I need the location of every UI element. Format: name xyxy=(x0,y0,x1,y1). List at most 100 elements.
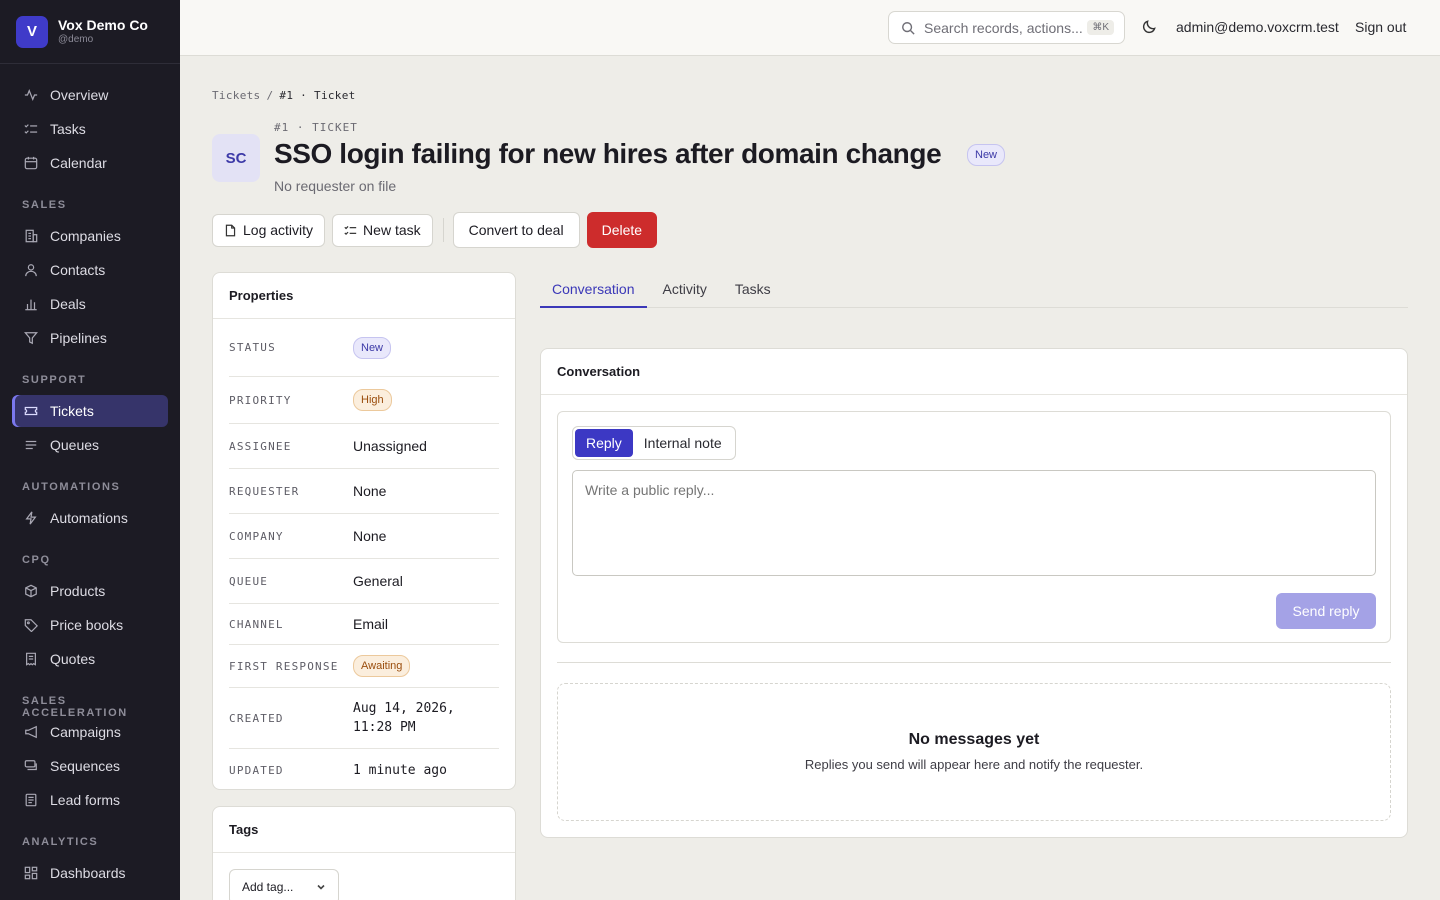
tab-conversation[interactable]: Conversation xyxy=(540,272,647,308)
log-activity-button[interactable]: Log activity xyxy=(212,213,326,247)
org-logo: V xyxy=(16,15,48,48)
lightning-icon xyxy=(25,511,37,525)
breadcrumb-current: #1 · Ticket xyxy=(279,89,356,102)
reply-composer: Reply Internal note Send reply xyxy=(557,411,1391,643)
property-row-first-response: FIRST RESPONSE Awaiting xyxy=(229,645,499,688)
sidebar-item-label: Tasks xyxy=(50,121,86,137)
checklist-icon xyxy=(344,225,357,235)
reply-textarea[interactable] xyxy=(572,470,1376,576)
sidebar-item-quotes[interactable]: Quotes xyxy=(12,643,168,675)
sidebar-item-tasks[interactable]: Tasks xyxy=(12,113,168,145)
sequence-icon xyxy=(24,760,37,771)
user-email[interactable]: admin@demo.voxcrm.test xyxy=(1176,19,1339,35)
assignee-value[interactable]: Unassigned xyxy=(353,438,427,454)
sidebar-section-automations: AUTOMATIONS xyxy=(22,481,121,493)
theme-toggle-button[interactable] xyxy=(1142,19,1158,35)
add-tag-label: Add tag... xyxy=(242,880,294,894)
status-value-badge[interactable]: New xyxy=(353,336,392,359)
sidebar-item-sequences[interactable]: Sequences xyxy=(12,750,168,782)
sidebar-item-calendar[interactable]: Calendar xyxy=(12,147,168,179)
queue-value[interactable]: General xyxy=(353,573,403,589)
org-name: Vox Demo Co xyxy=(58,17,148,33)
property-row-assignee: ASSIGNEE Unassigned xyxy=(229,424,499,469)
sidebar-item-overview[interactable]: Overview xyxy=(12,79,168,111)
reply-tab[interactable]: Reply xyxy=(575,429,633,457)
created-date: Aug 14, 2026, xyxy=(353,701,455,716)
add-tag-select[interactable]: Add tag... xyxy=(229,869,339,900)
tags-card: Tags Add tag... xyxy=(212,806,516,900)
sidebar-nav: Overview Tasks Calendar SALES Companies … xyxy=(0,64,180,889)
sign-out-link[interactable]: Sign out xyxy=(1355,19,1406,35)
sidebar-item-label: Tickets xyxy=(50,403,94,419)
sidebar-item-lead-forms[interactable]: Lead forms xyxy=(12,784,168,816)
properties-list: STATUS New PRIORITY High ASSIGNEE Unassi… xyxy=(213,319,515,791)
empty-state-subtitle: Replies you send will appear here and no… xyxy=(804,757,1144,772)
sidebar-item-label: Quotes xyxy=(50,651,96,667)
sidebar-item-campaigns[interactable]: Campaigns xyxy=(12,716,168,748)
avatar: SC xyxy=(212,134,260,182)
sidebar-item-label: Price books xyxy=(50,617,124,633)
sidebar-item-contacts[interactable]: Contacts xyxy=(12,254,168,286)
sidebar-item-companies[interactable]: Companies xyxy=(12,220,168,252)
sidebar-section-support: SUPPORT xyxy=(22,374,87,386)
properties-title: Properties xyxy=(213,273,515,319)
property-key: REQUESTER xyxy=(229,484,300,498)
delete-button[interactable]: Delete xyxy=(586,212,658,248)
page-subtitle: No requester on file xyxy=(274,178,397,194)
org-switcher[interactable]: V Vox Demo Co @demo xyxy=(0,0,180,64)
sidebar-item-automations[interactable]: Automations xyxy=(12,502,168,534)
bar-chart-icon xyxy=(25,299,37,311)
created-time: 11:28 PM xyxy=(353,720,416,735)
box-icon xyxy=(25,584,37,598)
sidebar-item-label: Deals xyxy=(50,296,86,312)
send-reply-button[interactable]: Send reply xyxy=(1276,593,1376,629)
property-key: ASSIGNEE xyxy=(229,439,292,453)
breadcrumb-root[interactable]: Tickets xyxy=(212,89,260,102)
internal-note-tab[interactable]: Internal note xyxy=(633,429,733,457)
sidebar-item-deals[interactable]: Deals xyxy=(12,288,168,320)
company-value[interactable]: None xyxy=(353,528,386,544)
priority-value-badge[interactable]: High xyxy=(353,389,392,411)
sidebar-item-tickets[interactable]: Tickets xyxy=(12,395,168,427)
sidebar-item-products[interactable]: Products xyxy=(12,575,168,607)
divider xyxy=(442,218,444,242)
sidebar-section-analytics: ANALYTICS xyxy=(22,836,99,848)
requester-value[interactable]: None xyxy=(353,483,386,499)
updated-value: 1 minute ago xyxy=(353,762,447,778)
filter-icon xyxy=(24,332,38,345)
sidebar-item-label: Contacts xyxy=(50,262,106,278)
new-task-label: New task xyxy=(363,222,421,238)
org-handle: @demo xyxy=(58,34,94,45)
tab-activity[interactable]: Activity xyxy=(651,272,719,308)
convert-to-deal-button[interactable]: Convert to deal xyxy=(452,212,580,248)
sidebar-item-label: Campaigns xyxy=(50,724,121,740)
sidebar-item-price-books[interactable]: Price books xyxy=(12,609,168,641)
sidebar-item-pipelines[interactable]: Pipelines xyxy=(12,322,168,354)
action-bar: Log activity New task Convert to deal De… xyxy=(212,212,664,248)
topbar: Search records, actions... ⌘K admin@demo… xyxy=(180,0,1440,56)
tab-tasks[interactable]: Tasks xyxy=(723,272,783,308)
grid-icon xyxy=(24,866,38,880)
property-row-status: STATUS New xyxy=(229,319,499,377)
sidebar-item-label: Companies xyxy=(50,228,121,244)
sidebar-item-queues[interactable]: Queues xyxy=(12,429,168,461)
property-key: COMPANY xyxy=(229,529,284,543)
building-icon xyxy=(25,229,38,243)
property-key: PRIORITY xyxy=(229,393,292,407)
sidebar-item-dashboards[interactable]: Dashboards xyxy=(12,857,168,889)
empty-state: No messages yet Replies you send will ap… xyxy=(557,683,1391,821)
search-input[interactable]: Search records, actions... ⌘K xyxy=(888,11,1125,44)
calendar-icon xyxy=(24,156,38,170)
sidebar-item-label: Queues xyxy=(50,437,100,453)
search-placeholder: Search records, actions... xyxy=(924,19,1083,36)
property-key: CHANNEL xyxy=(229,617,284,631)
sidebar-item-label: Dashboards xyxy=(50,865,126,881)
channel-value: Email xyxy=(353,616,389,632)
ticket-icon xyxy=(24,406,38,416)
activity-icon xyxy=(24,88,38,102)
property-key: FIRST RESPONSE xyxy=(229,659,339,673)
ticket-tabs: Conversation Activity Tasks xyxy=(540,272,1408,308)
new-task-button[interactable]: New task xyxy=(332,213,433,247)
sidebar-section-cpq: CPQ xyxy=(22,554,51,566)
megaphone-icon xyxy=(25,725,37,739)
